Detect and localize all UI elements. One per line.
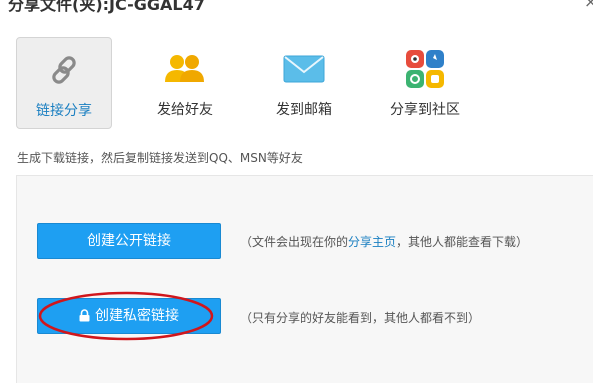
desc-text: （文件会出现在你的 (240, 235, 349, 249)
tab-label: 分享到社区 (390, 102, 460, 118)
tab-share-community[interactable]: 分享到社区 (377, 37, 473, 129)
tab-label: 链接分享 (36, 103, 92, 119)
button-label: 创建私密链接 (95, 308, 179, 324)
tab-link-share[interactable]: 链接分享 (16, 37, 112, 129)
public-link-description: （文件会出现在你的分享主页，其他人都能查看下载） (240, 233, 528, 250)
window-title: 分享文件(夹):JC-GGAL47 (8, 0, 205, 14)
lock-icon (79, 301, 90, 335)
create-public-link-button[interactable]: 创建公开链接 (37, 223, 221, 259)
tab-label: 发到邮箱 (276, 102, 332, 118)
tab-send-friends[interactable]: 发给好友 (137, 37, 233, 129)
share-homepage-link[interactable]: 分享主页 (348, 235, 396, 249)
title-bar: 分享文件(夹):JC-GGAL47 × (0, 0, 593, 22)
share-panel (16, 175, 593, 383)
create-private-link-button[interactable]: 创建私密链接 (37, 298, 221, 334)
community-icon (377, 49, 473, 89)
friends-icon (137, 49, 233, 89)
button-label: 创建公开链接 (87, 233, 171, 249)
share-hint: 生成下载链接，然后复制链接发送到QQ、MSN等好友 (17, 151, 303, 165)
desc-text: ，其他人都能查看下载） (396, 235, 529, 249)
private-link-description: （只有分享的好友能看到，其他人都看不到） (240, 311, 481, 325)
close-icon[interactable]: × (584, 0, 593, 11)
tab-label: 发给好友 (157, 102, 213, 118)
share-tabs: 链接分享 发给好友 发到邮箱 分享到社区 (16, 37, 496, 129)
link-icon (17, 50, 111, 90)
tab-send-email[interactable]: 发到邮箱 (256, 37, 352, 129)
mail-icon (256, 49, 352, 89)
